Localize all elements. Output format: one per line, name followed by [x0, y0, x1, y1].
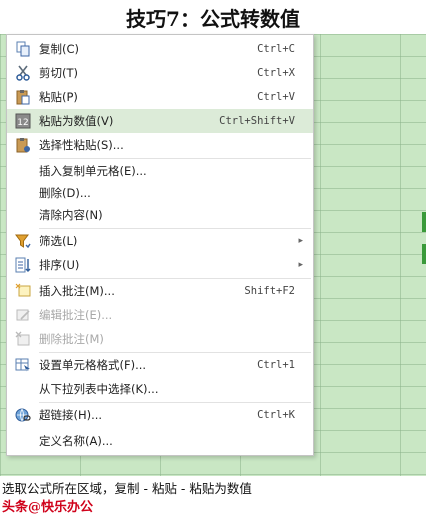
menu-item-label: 插入批注(M)... — [39, 284, 115, 298]
menu-item-label: 剪切(T) — [39, 66, 78, 80]
menu-item-shortcut: Ctrl+Shift+V — [219, 115, 295, 127]
menu-item-sort[interactable]: 排序(U) ▸ — [7, 253, 313, 277]
copy-icon — [7, 37, 39, 61]
instruction-caption: 选取公式所在区域，复制 - 粘贴 - 粘贴为数值 — [2, 481, 252, 496]
sheet-side-marker — [422, 244, 426, 264]
menu-item-shortcut: Shift+F2 — [244, 285, 295, 297]
scissors-icon — [7, 61, 39, 85]
menu-item-label: 插入复制单元格(E)... — [39, 164, 147, 178]
menu-item-format-cells[interactable]: 设置单元格格式(F)... Ctrl+1 — [7, 353, 313, 377]
menu-item-label: 排序(U) — [39, 258, 80, 272]
menu-item-hyperlink[interactable]: 超链接(H)... Ctrl+K — [7, 403, 313, 427]
menu-item-label: 删除批注(M) — [39, 332, 104, 346]
menu-item-label: 编辑批注(E)... — [39, 308, 113, 322]
menu-item-paste[interactable]: 粘贴(P) Ctrl+V — [7, 85, 313, 109]
page-title-text: 技巧7：公式转数值 — [126, 6, 300, 31]
menu-item-label: 粘贴(P) — [39, 90, 78, 104]
insert-comment-icon — [7, 279, 39, 303]
paste-values-icon: 12 — [7, 109, 39, 133]
svg-text:12: 12 — [17, 118, 28, 128]
page-title: 技巧7：公式转数值 — [0, 0, 426, 34]
menu-item-label: 复制(C) — [39, 42, 80, 56]
clipboard-icon — [7, 85, 39, 109]
menu-item-shortcut: Ctrl+X — [257, 67, 295, 79]
filter-icon — [7, 229, 39, 253]
menu-item-label: 粘贴为数值(V) — [39, 114, 114, 128]
submenu-arrow-icon: ▸ — [298, 260, 303, 270]
menu-item-delete[interactable]: 删除(D)... — [7, 181, 313, 205]
hyperlink-icon — [7, 403, 39, 427]
menu-item-label: 定义名称(A)... — [39, 434, 113, 448]
menu-item-paste-values[interactable]: 12 粘贴为数值(V) Ctrl+Shift+V — [7, 109, 313, 133]
menu-item-clear-contents[interactable]: 清除内容(N) — [7, 203, 313, 227]
context-menu: 复制(C) Ctrl+C 剪切(T) Ctrl+X 粘贴(P) Ctrl+V 1… — [6, 34, 314, 456]
format-cells-icon — [7, 353, 39, 377]
menu-item-label: 筛选(L) — [39, 234, 78, 248]
menu-item-delete-comment: 删除批注(M) — [7, 327, 313, 351]
menu-item-label: 超链接(H)... — [39, 408, 103, 422]
watermark: 头条@快乐办公 — [2, 500, 94, 515]
menu-item-filter[interactable]: 筛选(L) ▸ — [7, 229, 313, 253]
menu-item-shortcut: Ctrl+1 — [257, 359, 295, 371]
menu-item-insert-copied-cells[interactable]: 插入复制单元格(E)... — [7, 159, 313, 183]
menu-item-shortcut: Ctrl+C — [257, 43, 295, 55]
menu-item-label: 设置单元格格式(F)... — [39, 358, 147, 372]
menu-item-pick-from-list[interactable]: 从下拉列表中选择(K)... — [7, 377, 313, 401]
menu-item-copy[interactable]: 复制(C) Ctrl+C — [7, 37, 313, 61]
submenu-arrow-icon: ▸ — [298, 236, 303, 246]
edit-comment-icon — [7, 303, 39, 327]
menu-item-edit-comment: 编辑批注(E)... — [7, 303, 313, 327]
menu-item-insert-comment[interactable]: 插入批注(M)... Shift+F2 — [7, 279, 313, 303]
menu-item-label: 删除(D)... — [39, 186, 91, 200]
delete-comment-icon — [7, 327, 39, 351]
sheet-side-marker — [422, 212, 426, 232]
paste-special-icon — [7, 133, 39, 157]
menu-item-shortcut: Ctrl+K — [257, 409, 295, 421]
menu-item-shortcut: Ctrl+V — [257, 91, 295, 103]
menu-item-label: 选择性粘贴(S)... — [39, 138, 124, 152]
sort-icon — [7, 253, 39, 277]
menu-item-cut[interactable]: 剪切(T) Ctrl+X — [7, 61, 313, 85]
menu-item-paste-special[interactable]: 选择性粘贴(S)... — [7, 133, 313, 157]
menu-item-label: 从下拉列表中选择(K)... — [39, 382, 159, 396]
menu-item-define-name[interactable]: 定义名称(A)... — [7, 429, 313, 453]
menu-item-label: 清除内容(N) — [39, 208, 103, 222]
